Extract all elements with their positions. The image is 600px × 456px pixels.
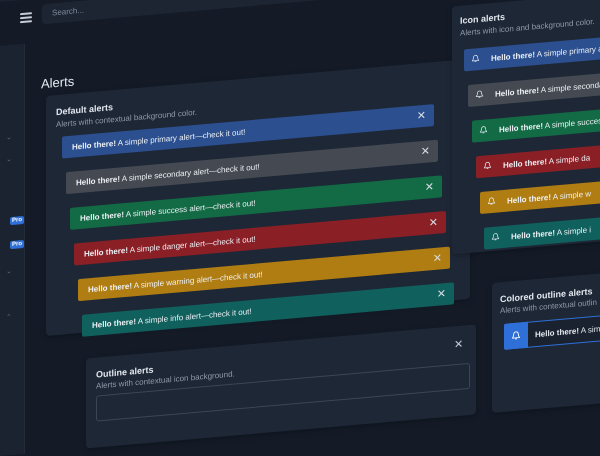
alert-strong: Hello there!	[92, 317, 137, 330]
close-icon[interactable]: ✕	[454, 337, 463, 351]
bell-icon	[487, 197, 496, 205]
icon-alert-success: Hello there! A simple success	[472, 106, 600, 143]
close-icon[interactable]: ✕	[437, 287, 446, 301]
alert-text: A simple w	[551, 189, 592, 202]
icon-alert-danger: Hello there! A simple da	[476, 142, 600, 179]
alert-strong: Hello there!	[503, 157, 548, 170]
alert-text: A simple success	[543, 115, 600, 131]
chevron-down-icon[interactable]: ⌄	[6, 133, 12, 142]
alert-text: A simple success alert—check it out!	[124, 198, 256, 220]
alert-text: A simple secondary	[540, 79, 600, 95]
page-title: Alerts	[41, 73, 75, 92]
colored-outline-alert-primary: Hello there! A simple p	[504, 313, 600, 350]
alert-text: A simple warning alert—check it out!	[132, 270, 263, 291]
bell-icon	[483, 161, 492, 169]
icon-alerts-card: Icon alerts Alerts with icon and backgro…	[452, 0, 600, 255]
icon-alert-secondary: Hello there! A simple secondary	[468, 71, 600, 108]
bell-icon	[471, 54, 480, 63]
alert-strong: Hello there!	[84, 245, 129, 259]
alert-text: A simple da	[547, 153, 591, 167]
alert-strong: Hello there!	[80, 210, 125, 224]
alert-strong: Hello there!	[495, 85, 540, 99]
alert-text: A simple info alert—check it out!	[136, 306, 252, 327]
alert-text: A simple primary alert	[536, 43, 600, 60]
close-icon[interactable]: ✕	[433, 251, 442, 265]
icon-alert-primary: Hello there! A simple primary alert	[464, 35, 600, 72]
alert-strong: Hello there!	[535, 326, 580, 340]
alert-icon-box	[504, 321, 528, 350]
default-alerts-card: Default alerts Alerts with contextual ba…	[46, 58, 470, 337]
chevron-down-icon[interactable]: ⌄	[6, 155, 12, 164]
close-icon[interactable]: ✕	[421, 144, 430, 158]
alert-strong: Hello there!	[507, 192, 552, 206]
bell-icon	[479, 126, 488, 134]
chevron-up-icon[interactable]: ⌃	[6, 313, 12, 322]
icon-alert-warning: Hello there! A simple w	[480, 178, 600, 215]
bell-icon	[511, 331, 521, 340]
alert-strong: Hello there!	[499, 121, 544, 135]
alert-text: A simple primary alert—check it out!	[116, 127, 246, 148]
close-icon[interactable]: ✕	[429, 216, 438, 230]
close-icon[interactable]: ✕	[425, 180, 434, 194]
colored-outline-alerts-card: Colored outline alerts Alerts with conte…	[492, 272, 600, 413]
search-input[interactable]: Search...	[42, 0, 372, 25]
alert-strong: Hello there!	[491, 50, 536, 64]
alert-text: A simple secondary alert—check it out!	[120, 162, 260, 184]
alert-text: A simple i	[555, 225, 592, 238]
bell-icon	[475, 90, 484, 98]
card-title: Icon alerts	[460, 11, 506, 26]
bell-icon	[491, 233, 500, 241]
icon-alert-info: Hello there! A simple i	[484, 213, 600, 250]
close-icon[interactable]: ✕	[417, 109, 426, 123]
menu-icon[interactable]	[20, 12, 32, 23]
pro-badge: Pro	[10, 215, 25, 226]
alert-text: A simple p	[580, 323, 600, 336]
alert-strong: Hello there!	[511, 228, 556, 242]
alert-strong: Hello there!	[88, 281, 133, 295]
pro-badge: Pro	[10, 239, 25, 250]
outline-alerts-card: Outline alerts Alerts with contextual ic…	[86, 324, 476, 449]
chevron-down-icon[interactable]: ⌄	[6, 267, 12, 276]
page-stage: ⌄ ⌄ Pro Pro ⌄ ⌃ Search... Alerts Default…	[0, 0, 600, 456]
alert-strong: Hello there!	[72, 138, 117, 152]
alert-strong: Hello there!	[76, 174, 121, 188]
alert-text: A simple danger alert—check it out!	[128, 234, 256, 255]
search-placeholder: Search...	[52, 5, 85, 18]
sidebar: ⌄ ⌄ Pro Pro ⌄ ⌃	[0, 0, 25, 456]
